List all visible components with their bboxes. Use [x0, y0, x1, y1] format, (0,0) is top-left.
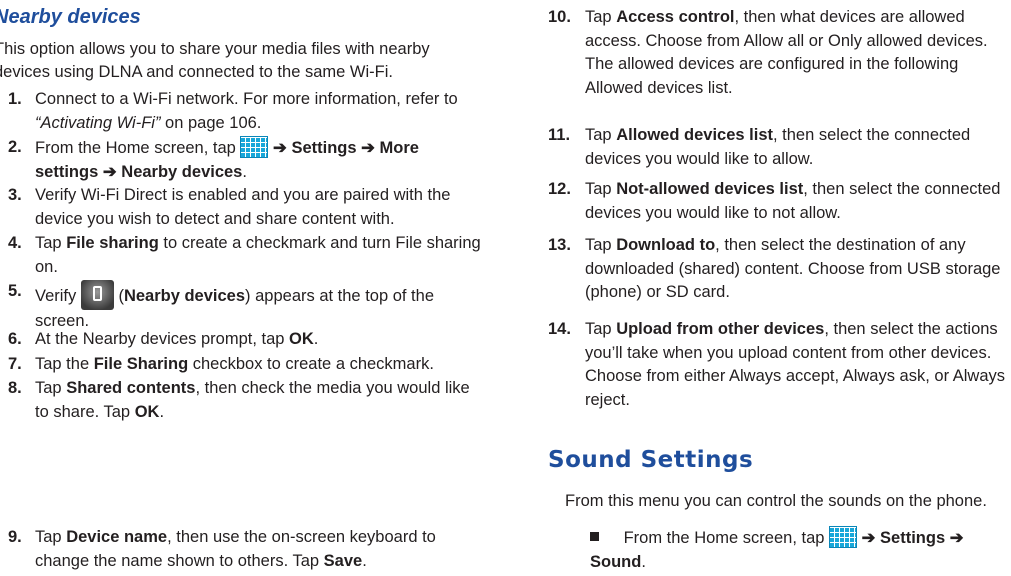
- nearby-devices-icon: [80, 280, 114, 310]
- option-download-to: Download to: [616, 236, 716, 254]
- arrow-icon: ➔: [273, 139, 287, 157]
- menu-path-settings: Settings: [880, 529, 946, 547]
- step-text: From the Home screen, tap: [623, 529, 830, 547]
- step-number: 9.: [8, 528, 22, 546]
- step-11: 11. Tap Allowed devices list, then selec…: [548, 124, 1008, 171]
- option-not-allowed-devices-list: Not-allowed devices list: [616, 180, 804, 198]
- step-text: checkbox to create a checkmark.: [188, 355, 434, 373]
- step-number: 5.: [8, 282, 22, 300]
- step-number: 4.: [8, 234, 22, 252]
- step-number: 1.: [8, 90, 22, 108]
- option-upload-from-other-devices: Upload from other devices: [616, 320, 825, 338]
- option-access-control: Access control: [616, 8, 735, 26]
- step-13: 13. Tap Download to, then select the des…: [548, 234, 1008, 305]
- step-text: Tap: [35, 234, 67, 252]
- step-text: Tap: [585, 126, 617, 144]
- step-text: Tap: [585, 236, 617, 254]
- menu-path-nearby-devices: Nearby devices: [121, 162, 243, 181]
- step-number: 11.: [548, 126, 571, 144]
- menu-path-settings: Settings: [291, 139, 357, 157]
- step-text: Tap: [585, 8, 617, 26]
- step-4: 4. Tap File sharing to create a checkmar…: [8, 232, 482, 279]
- step-number: 12.: [548, 180, 571, 198]
- arrow-icon: ➔: [102, 162, 117, 181]
- step-number: 8.: [8, 379, 22, 397]
- punctuation: .: [242, 162, 247, 181]
- step-number: 3.: [8, 186, 22, 204]
- step-number: 13.: [548, 236, 571, 254]
- step-text: Tap: [585, 180, 617, 198]
- step-text: Verify Wi-Fi Direct is enabled and you a…: [35, 186, 451, 228]
- step-text: From the Home screen, tap: [35, 139, 241, 157]
- step-number: 10.: [548, 8, 571, 26]
- option-allowed-devices-list: Allowed devices list: [616, 126, 773, 144]
- step-6: 6. At the Nearby devices prompt, tap OK.: [8, 328, 482, 352]
- step-number: 7.: [8, 355, 22, 373]
- step-1: 1. Connect to a Wi-Fi network. For more …: [8, 88, 482, 135]
- sound-intro: From this menu you can control the sound…: [565, 492, 987, 510]
- step-7: 7. Tap the File Sharing checkbox to crea…: [8, 353, 482, 377]
- step-text: Verify: [35, 287, 81, 305]
- step-text: Tap the: [35, 355, 94, 373]
- step-number: 14.: [548, 320, 571, 338]
- arrow-icon: ➔: [861, 529, 876, 547]
- button-save: Save: [323, 551, 363, 570]
- section-heading-sound-settings: Sound Settings: [548, 447, 754, 473]
- step-text: Tap: [585, 320, 617, 338]
- arrow-icon: ➔: [949, 529, 964, 547]
- apps-grid-icon: [240, 136, 269, 158]
- sound-bullet: From the Home screen, tap ➔ Settings ➔ S…: [590, 526, 1011, 574]
- menu-path-sound: Sound: [590, 552, 642, 571]
- step-text: on page 106.: [160, 113, 262, 132]
- nearby-intro: This option allows you to share your med…: [0, 40, 430, 81]
- step-14: 14. Tap Upload from other devices, then …: [548, 318, 1008, 412]
- apps-grid-icon: [829, 526, 858, 548]
- button-ok: OK: [134, 402, 160, 421]
- step-9: 9. Tap Device name, then use the on-scre…: [8, 526, 482, 573]
- step-text: Tap: [35, 528, 67, 546]
- step-12: 12. Tap Not-allowed devices list, then s…: [548, 178, 1008, 225]
- step-8: 8. Tap Shared contents, then check the m…: [8, 377, 482, 424]
- punctuation: .: [313, 330, 319, 348]
- punctuation: .: [362, 551, 367, 570]
- step-text: Connect to a Wi-Fi network. For more inf…: [35, 90, 458, 108]
- label-nearby-devices: Nearby devices: [123, 287, 246, 305]
- button-ok: OK: [289, 330, 314, 348]
- step-10: 10. Tap Access control, then what device…: [548, 6, 1008, 100]
- step-5: 5. Verify (Nearby devices) appears at th…: [8, 280, 434, 330]
- step-number: 6.: [8, 330, 22, 348]
- step-text: Tap: [35, 379, 67, 397]
- page-reference[interactable]: “Activating Wi-Fi”: [35, 114, 160, 132]
- section-heading-nearby-devices: Nearby devices: [0, 6, 141, 28]
- step-number: 2.: [8, 138, 22, 156]
- bullet-square-icon: [590, 532, 599, 541]
- option-file-sharing-checkbox: File Sharing: [93, 355, 189, 373]
- arrow-icon: ➔: [361, 139, 375, 157]
- punctuation: .: [159, 402, 165, 421]
- option-device-name: Device name: [66, 528, 168, 546]
- step-3: 3. Verify Wi-Fi Direct is enabled and yo…: [8, 184, 482, 231]
- step-text: At the Nearby devices prompt, tap: [35, 330, 290, 348]
- option-file-sharing: File sharing: [66, 234, 159, 252]
- option-shared-contents: Shared contents: [66, 379, 196, 397]
- step-2: 2. From the Home screen, tap ➔ Settings …: [8, 136, 482, 184]
- punctuation: .: [641, 552, 646, 571]
